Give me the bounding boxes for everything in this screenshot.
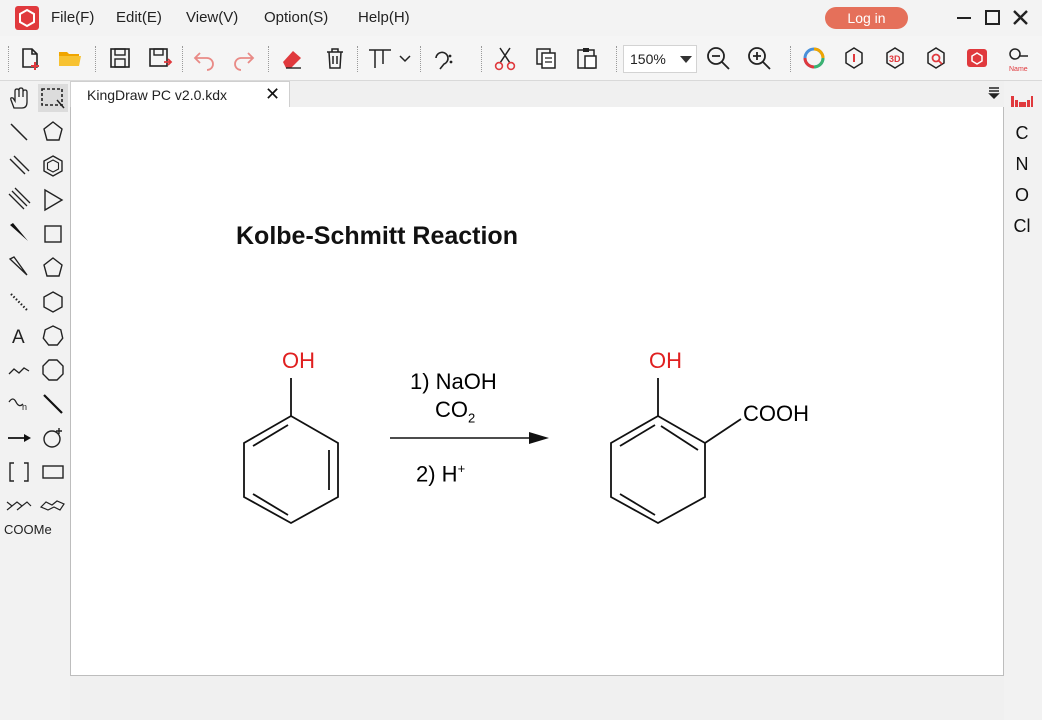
coome-group-button[interactable]: COOMe: [4, 522, 52, 537]
hand-pan-icon[interactable]: [5, 84, 33, 112]
phenol-structure: [243, 378, 339, 525]
tab-menu-icon[interactable]: [988, 86, 1000, 100]
hollow-wedge-icon[interactable]: [5, 254, 33, 282]
heptagon-icon[interactable]: [39, 322, 67, 350]
element-carbon[interactable]: C: [1004, 123, 1040, 144]
toolbar-separator: [357, 46, 358, 72]
menu-option[interactable]: Option(S): [264, 9, 328, 26]
close-icon[interactable]: ✕: [265, 84, 280, 105]
chirality-icon[interactable]: [430, 44, 458, 72]
delete-icon[interactable]: [321, 44, 349, 72]
menu-help[interactable]: Help(H): [358, 9, 410, 26]
menu-edit[interactable]: Edit(E): [116, 9, 162, 26]
undo-icon[interactable]: [190, 44, 218, 72]
zoom-in-icon[interactable]: [745, 44, 773, 72]
product-cooh-label: COOH: [743, 401, 809, 426]
lasso-select-icon[interactable]: [39, 84, 67, 112]
hexagon-icon[interactable]: [39, 288, 67, 316]
3d-icon[interactable]: 3D: [881, 44, 909, 72]
align-icon[interactable]: [366, 44, 394, 72]
curve-icon[interactable]: n: [5, 390, 33, 418]
eraser-icon[interactable]: [278, 44, 306, 72]
right-element-palette: [1004, 81, 1042, 720]
document-tab[interactable]: KingDraw PC v2.0.kdx ✕: [70, 81, 290, 108]
reactant-oh-label: OH: [282, 348, 315, 373]
toolbar-separator: [616, 46, 617, 72]
ring-color-icon[interactable]: [800, 44, 828, 72]
salicylic-acid-structure: [610, 378, 742, 525]
align-dropdown-icon[interactable]: [398, 52, 412, 64]
status-area: [70, 676, 1002, 720]
open-folder-icon[interactable]: [56, 44, 84, 72]
single-bond-icon[interactable]: [5, 118, 33, 146]
toolbar-separator: [8, 46, 9, 72]
chevron-down-icon: [680, 56, 692, 63]
zoom-value: 150%: [630, 51, 666, 67]
svg-text:3D: 3D: [889, 54, 901, 64]
text-tool-icon[interactable]: A: [5, 322, 33, 350]
image-recognition-icon[interactable]: [963, 44, 991, 72]
svg-text:Name: Name: [1009, 66, 1028, 72]
tab-label: KingDraw PC v2.0.kdx: [87, 87, 228, 103]
zoom-select[interactable]: 150%: [623, 45, 697, 73]
svg-text:n: n: [22, 402, 27, 412]
zoom-out-icon[interactable]: [704, 44, 732, 72]
element-chlorine[interactable]: Cl: [1004, 216, 1040, 237]
close-window-icon[interactable]: [1008, 6, 1032, 30]
bold-bond-icon[interactable]: [39, 390, 67, 418]
cyclopentane-icon[interactable]: [39, 118, 67, 146]
save-icon[interactable]: [106, 44, 134, 72]
rectangle-icon[interactable]: [39, 458, 67, 486]
reagent-co2-label: CO2: [435, 397, 476, 426]
app-logo-icon: [15, 6, 39, 30]
arrow-icon[interactable]: [5, 424, 33, 452]
triple-bond-icon[interactable]: [5, 186, 33, 214]
minimize-icon[interactable]: [952, 6, 976, 30]
element-oxygen[interactable]: O: [1004, 185, 1040, 206]
reagent-acid-label: 2) H+: [416, 461, 466, 487]
bracket-icon[interactable]: [5, 458, 33, 486]
paste-icon[interactable]: [573, 44, 601, 72]
reaction-arrow: [390, 432, 549, 444]
octagon-icon[interactable]: [39, 356, 67, 384]
cut-icon[interactable]: [491, 44, 519, 72]
hashed-bond-icon[interactable]: [5, 288, 33, 316]
menu-file[interactable]: File(F): [51, 9, 94, 26]
ring-chain-icon[interactable]: [5, 492, 33, 520]
pentagon-icon[interactable]: [39, 254, 67, 282]
toolbar-separator: [268, 46, 269, 72]
name-icon[interactable]: Name: [1004, 44, 1032, 73]
info-icon[interactable]: [840, 44, 868, 72]
wedge-bond-icon[interactable]: [5, 220, 33, 248]
maximize-icon[interactable]: [980, 6, 1004, 30]
square-icon[interactable]: [39, 220, 67, 248]
svg-text:A: A: [12, 327, 25, 348]
periodic-table-icon[interactable]: [1010, 92, 1034, 108]
double-bond-icon[interactable]: [5, 152, 33, 180]
save-as-icon[interactable]: [146, 44, 174, 72]
reaction-structures: [243, 378, 742, 525]
reagent-naoh-label: 1) NaOH: [410, 369, 497, 394]
toolbar-separator: [420, 46, 421, 72]
menu-view[interactable]: View(V): [186, 9, 238, 26]
element-nitrogen[interactable]: N: [1004, 154, 1040, 175]
login-button[interactable]: Log in: [825, 7, 908, 29]
toolbar-separator: [182, 46, 183, 72]
toolbar-separator: [481, 46, 482, 72]
triangle-icon[interactable]: [39, 186, 67, 214]
toolbar-separator: [95, 46, 96, 72]
circle-plus-icon[interactable]: [39, 424, 67, 452]
drawing-canvas[interactable]: Kolbe-Schmitt Reaction OH 1) NaOH CO2 2)…: [70, 107, 1004, 676]
redo-icon[interactable]: [230, 44, 258, 72]
chain-icon[interactable]: [5, 356, 33, 384]
copy-icon[interactable]: [532, 44, 560, 72]
cyclohexane-icon[interactable]: [39, 152, 67, 180]
chair-conformation-icon[interactable]: [39, 492, 67, 520]
new-file-icon[interactable]: [15, 44, 43, 72]
product-oh-label: OH: [649, 348, 682, 373]
toolbar-separator: [790, 46, 791, 72]
search-structure-icon[interactable]: [922, 44, 950, 72]
